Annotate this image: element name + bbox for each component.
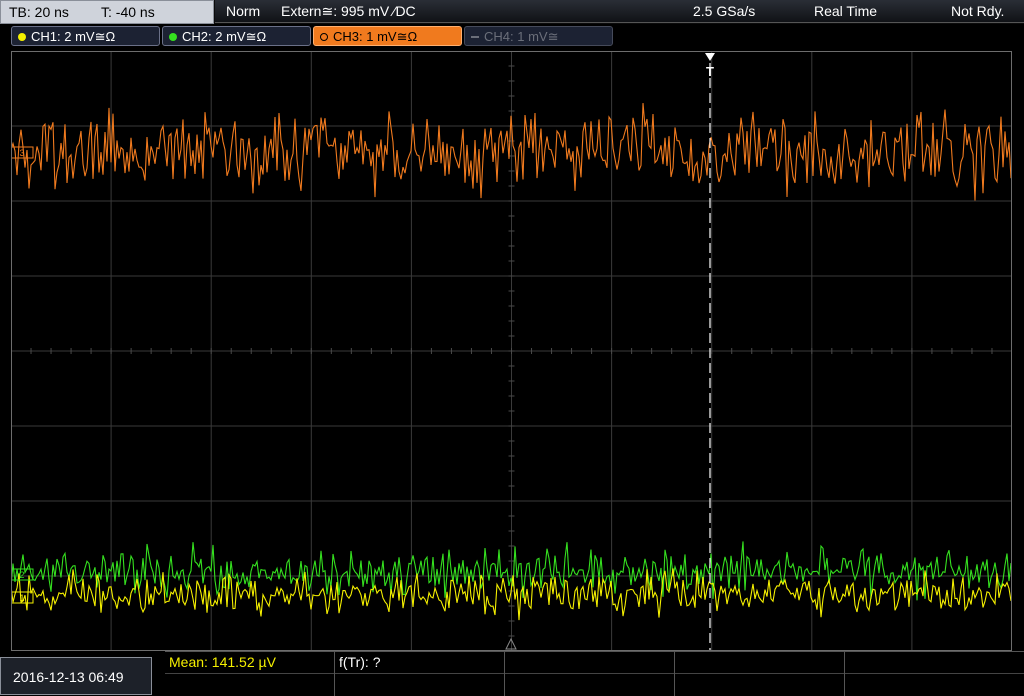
channel-1-dot-icon <box>18 33 26 41</box>
measurement-panel[interactable]: Mean: 141.52 µV f(Tr): ? <box>165 651 1024 696</box>
measurement-cell-4 <box>675 652 845 696</box>
measurement-cell-3 <box>505 652 675 696</box>
datetime-label: 2016-12-13 06:49 <box>13 669 124 685</box>
trigger-offset-label: T: -40 ns <box>101 4 155 20</box>
channel-1-label: CH1: 2 mV≅Ω <box>31 29 116 44</box>
acquisition-state-label: Not Rdy. <box>951 3 1005 19</box>
channel-2-label: CH2: 2 mV≅Ω <box>182 29 267 44</box>
channel-4-label: CH4: 1 mV≅ <box>484 29 559 44</box>
channel-3-tab[interactable]: CH3: 1 mV≅Ω <box>313 26 462 46</box>
timebase-box[interactable]: TB: 20 ns T: -40 ns <box>0 0 214 24</box>
sample-rate-label[interactable]: 2.5 GSa/s <box>693 0 755 22</box>
channel-3-label: CH3: 1 mV≅Ω <box>333 29 418 44</box>
trigger-source-label[interactable]: Extern≅: 995 mV ⁄DC <box>281 0 416 22</box>
grid-frame <box>11 51 1012 651</box>
measurement-cell-5 <box>845 652 1024 696</box>
trigger-mode-label[interactable]: Norm <box>226 0 260 22</box>
status-bar: TB: 20 ns T: -40 ns Norm Extern≅: 995 mV… <box>0 0 1024 24</box>
channel-2-dot-icon <box>169 33 177 41</box>
channel-4-off-icon <box>471 36 479 38</box>
datetime-box[interactable]: 2016-12-13 06:49 <box>0 657 152 695</box>
channel-tabs: CH1: 2 mV≅Ω CH2: 2 mV≅Ω CH3: 1 mV≅Ω CH4:… <box>0 26 1024 48</box>
channel-2-tab[interactable]: CH2: 2 mV≅Ω <box>162 26 311 46</box>
timebase-label: TB: 20 ns <box>9 4 69 20</box>
mean-measurement: Mean: 141.52 µV <box>169 654 276 670</box>
channel-3-dot-icon <box>320 33 328 41</box>
channel-4-tab[interactable]: CH4: 1 mV≅ <box>464 26 613 46</box>
frequency-measurement: f(Tr): ? <box>339 654 381 670</box>
acquisition-mode-label[interactable]: Real Time <box>814 0 877 22</box>
channel-1-tab[interactable]: CH1: 2 mV≅Ω <box>11 26 160 46</box>
